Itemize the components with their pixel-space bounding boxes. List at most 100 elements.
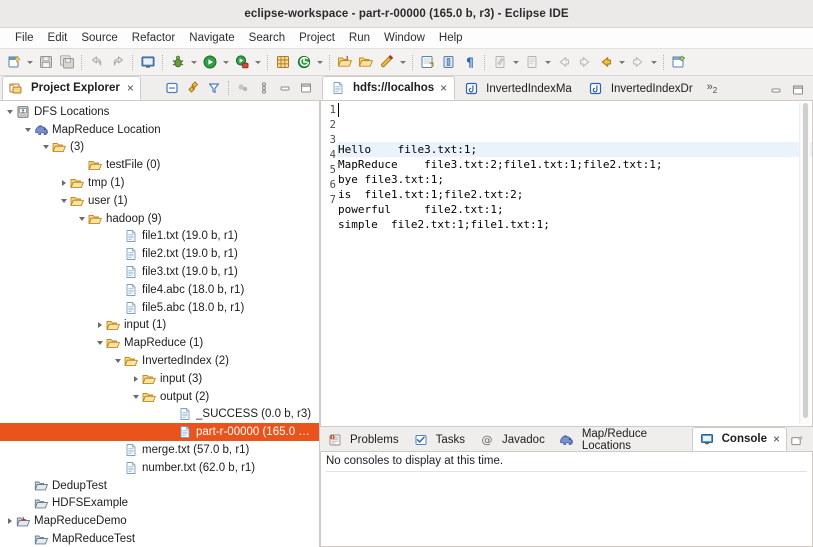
editor-tab-1[interactable]: InvertedIndexMa <box>455 76 580 100</box>
menu-navigate[interactable]: Navigate <box>182 31 241 45</box>
chevron-down-icon[interactable] <box>252 52 263 73</box>
save-icon[interactable] <box>35 52 56 73</box>
bottom-tab-close-icon[interactable]: × <box>773 433 780 445</box>
menu-window[interactable]: Window <box>377 31 432 45</box>
editor-vertical-scrollbar[interactable] <box>799 103 810 424</box>
tree-row[interactable]: number.txt (62.0 b, r1) <box>0 459 319 477</box>
chevron-down-icon[interactable] <box>510 52 521 73</box>
menu-help[interactable]: Help <box>432 31 470 45</box>
bottom-tab-tasks[interactable]: Tasks <box>406 427 472 451</box>
tree-row[interactable]: output (2) <box>0 388 319 406</box>
chevron-down-icon[interactable] <box>40 139 51 157</box>
open-task-icon[interactable] <box>355 52 376 73</box>
project-explorer-tree[interactable]: DFS Locations MapReduce Location (3) testFi… <box>0 101 320 547</box>
chevron-down-icon[interactable] <box>94 334 105 352</box>
menu-edit[interactable]: Edit <box>41 31 75 45</box>
pilcrow-icon[interactable]: ¶ <box>459 52 480 73</box>
back-icon[interactable] <box>553 52 574 73</box>
redo-icon[interactable] <box>107 52 128 73</box>
menu-project[interactable]: Project <box>292 31 342 45</box>
chevron-down-icon[interactable] <box>58 192 69 210</box>
save-all-icon[interactable] <box>56 52 77 73</box>
tree-row[interactable]: file2.txt (19.0 b, r1) <box>0 245 319 263</box>
maximize-icon[interactable] <box>296 78 316 98</box>
tree-row[interactable]: DedupTest <box>0 477 319 495</box>
maximize-icon[interactable] <box>788 80 808 100</box>
chevron-down-icon[interactable] <box>22 121 33 139</box>
previous-annotation-icon[interactable] <box>438 52 459 73</box>
forward-icon[interactable] <box>574 52 595 73</box>
menu-run[interactable]: Run <box>342 31 377 45</box>
tree-row[interactable]: tmp (1) <box>0 174 319 192</box>
tree-row[interactable]: file4.abc (18.0 b, r1) <box>0 281 319 299</box>
filter-icon[interactable] <box>204 78 224 98</box>
run-icon[interactable] <box>199 52 220 73</box>
next-edit-icon[interactable] <box>521 52 542 73</box>
bottom-tab-problems[interactable]: Problems <box>320 427 406 451</box>
bottom-tab-javadoc[interactable]: @ Javadoc <box>472 427 552 451</box>
editor-tab-overflow-chevron[interactable]: »2 <box>701 81 724 95</box>
forward-history-icon[interactable] <box>627 52 648 73</box>
chevron-down-icon[interactable] <box>616 52 627 73</box>
chevron-down-icon[interactable] <box>648 52 659 73</box>
open-perspective-icon[interactable] <box>668 52 689 73</box>
tree-row[interactable]: HDFSExample <box>0 495 319 513</box>
tree-row[interactable]: testFile (0) <box>0 156 319 174</box>
editor-tab-2[interactable]: InvertedIndexDr <box>580 76 701 100</box>
link-with-editor-icon[interactable] <box>183 78 203 98</box>
tree-row[interactable]: file1.txt (19.0 b, r1) <box>0 228 319 246</box>
view-kebab-icon[interactable] <box>254 78 274 98</box>
chevron-down-icon[interactable] <box>542 52 553 73</box>
menu-search[interactable]: Search <box>242 31 292 45</box>
open-console-icon[interactable] <box>137 52 158 73</box>
tree-row[interactable]: MapReduce (1) <box>0 334 319 352</box>
chevron-down-icon[interactable] <box>220 52 231 73</box>
tree-row[interactable]: file3.txt (19.0 b, r1) <box>0 263 319 281</box>
search-icon[interactable] <box>376 52 397 73</box>
bottom-tab-map-reduce-locations[interactable]: Map/Reduce Locations <box>552 427 692 452</box>
chevron-right-icon[interactable] <box>58 174 69 192</box>
chevron-right-icon[interactable] <box>94 317 105 335</box>
menu-source[interactable]: Source <box>74 31 124 45</box>
chevron-down-icon[interactable] <box>188 52 199 73</box>
menu-refactor[interactable]: Refactor <box>125 31 182 45</box>
text-editor[interactable]: 1 2 3 4 5 6 7 Hello file3.txt:1; MapReduce file… <box>320 101 813 427</box>
tree-row[interactable]: file5.abc (18.0 b, r1) <box>0 299 319 317</box>
new-package-icon[interactable] <box>293 52 314 73</box>
editor-content[interactable]: Hello file3.txt:1; MapReduce file3.txt:2;… <box>337 101 812 426</box>
minimize-icon[interactable] <box>766 80 786 100</box>
tree-row[interactable]: DFS Locations <box>0 103 319 121</box>
chevron-down-icon[interactable] <box>112 352 123 370</box>
tree-row[interactable]: _SUCCESS (0.0 b, r3) <box>0 406 319 424</box>
last-edit-location-icon[interactable] <box>489 52 510 73</box>
next-annotation-icon[interactable] <box>417 52 438 73</box>
tree-row[interactable]: hadoop (9) <box>0 210 319 228</box>
chevron-down-icon[interactable] <box>4 103 15 121</box>
undo-icon[interactable] <box>86 52 107 73</box>
run-external-tools-icon[interactable] <box>231 52 252 73</box>
collapse-all-icon[interactable] <box>162 78 182 98</box>
debug-icon[interactable] <box>167 52 188 73</box>
minimize-icon[interactable] <box>275 78 295 98</box>
menu-file[interactable]: File <box>8 31 41 45</box>
tree-row[interactable]: InvertedIndex (2) <box>0 352 319 370</box>
tree-row-selected[interactable]: part-r-00000 (165.0 b, r3) <box>0 423 319 442</box>
new-java-project-icon[interactable] <box>272 52 293 73</box>
tree-row[interactable]: user (1) <box>0 192 319 210</box>
tree-row[interactable]: MapReduceTest <box>0 530 319 547</box>
console-view[interactable]: No consoles to display at this time. <box>320 452 813 547</box>
tree-row[interactable]: (3) <box>0 139 319 157</box>
chevron-right-icon[interactable] <box>130 370 141 388</box>
chevron-down-icon[interactable] <box>24 52 35 73</box>
chevron-down-icon[interactable] <box>314 52 325 73</box>
chevron-right-icon[interactable] <box>4 512 15 530</box>
project-explorer-close-icon[interactable]: × <box>127 82 134 94</box>
new-wizard-icon[interactable] <box>3 52 24 73</box>
tree-row[interactable]: input (1) <box>0 317 319 335</box>
open-console-icon[interactable] <box>787 431 807 451</box>
editor-tab-0[interactable]: hdfs://localhos × <box>322 76 456 100</box>
chevron-down-icon[interactable] <box>397 52 408 73</box>
tree-row[interactable]: merge.txt (57.0 b, r1) <box>0 441 319 459</box>
tree-row[interactable]: MapReduce Location <box>0 121 319 139</box>
bottom-tab-console[interactable]: Console × <box>691 427 787 451</box>
